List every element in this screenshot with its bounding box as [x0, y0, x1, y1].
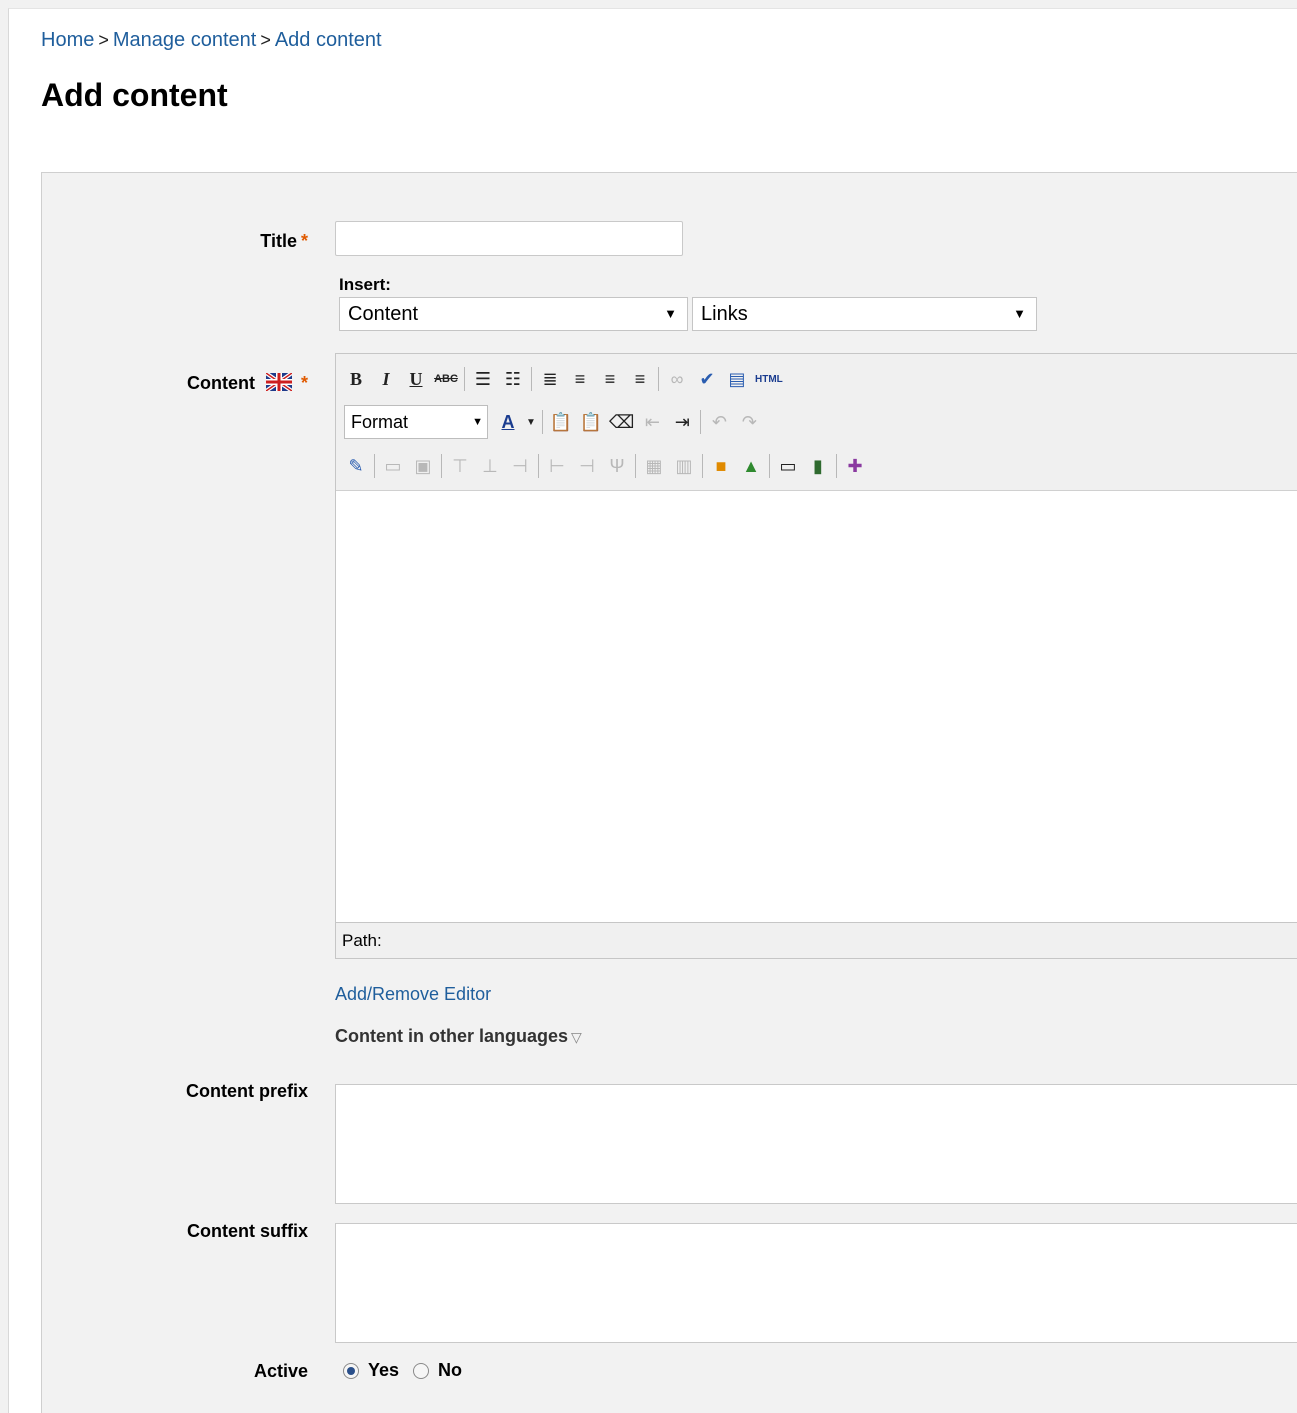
toolbar-separator — [531, 367, 532, 391]
triangle-down-icon: ▽ — [571, 1029, 582, 1045]
title-input[interactable] — [335, 221, 683, 256]
toolbar-separator — [538, 454, 539, 478]
insert-content-select[interactable]: Content ▼ — [339, 297, 688, 331]
toolbar-separator — [658, 367, 659, 391]
breadcrumb-home-link[interactable]: Home — [41, 29, 94, 51]
redo-icon[interactable]: ↷ — [737, 409, 761, 435]
merge-cells-icon[interactable]: ▥ — [672, 453, 696, 479]
insert-row-after-icon[interactable]: ⊥ — [478, 453, 502, 479]
rich-text-editor: B I U ABC ☰ ☷ ≣ ≡ ≡ ≡ ∞ ✔ ▤ HTML Format … — [335, 353, 1297, 959]
other-languages-toggle[interactable]: Content in other languages ▽ — [335, 1026, 582, 1047]
editor-toolbar: B I U ABC ☰ ☷ ≣ ≡ ≡ ≡ ∞ ✔ ▤ HTML Format … — [336, 354, 1297, 491]
paste-word-icon[interactable]: 📋 — [579, 409, 603, 435]
active-yes-label: Yes — [368, 1360, 400, 1380]
content-label: Content * — [187, 373, 308, 394]
underline-icon[interactable]: U — [404, 366, 428, 392]
undo-icon[interactable]: ↶ — [707, 409, 731, 435]
insert-links-select-value: Links — [701, 303, 748, 325]
bullet-list-icon[interactable]: ☰ — [471, 366, 495, 392]
breadcrumb-add-content-link[interactable]: Add content — [275, 29, 382, 51]
toolbar-separator — [374, 454, 375, 478]
active-no-label: No — [438, 1360, 463, 1380]
picture-icon[interactable]: ▲ — [739, 453, 763, 479]
page-title: Add content — [41, 77, 228, 113]
insert-col-before-icon[interactable]: ⊢ — [545, 453, 569, 479]
format-select-value: Format — [351, 412, 409, 432]
toolbar-separator — [542, 410, 543, 434]
title-label: Title * — [260, 231, 308, 252]
add-remove-editor-link[interactable]: Add/Remove Editor — [335, 984, 491, 1005]
paste-text-icon[interactable]: 📋 — [549, 409, 573, 435]
active-no-radio[interactable] — [413, 1362, 430, 1379]
page: Home > Manage content > Add content Add cont… — [8, 8, 1297, 1413]
strikethrough-icon[interactable]: ABC — [434, 366, 458, 392]
plugin-icon[interactable]: ✚ — [843, 453, 867, 479]
toolbar-separator — [441, 454, 442, 478]
other-languages-label: Content in other languages — [335, 1026, 569, 1046]
breadcrumb-separator: > — [98, 30, 109, 50]
align-right-icon[interactable]: ≡ — [628, 366, 652, 392]
indent-icon[interactable]: ⇥ — [670, 409, 694, 435]
toolbar-separator — [836, 454, 837, 478]
content-suffix-label: Content suffix — [187, 1221, 308, 1241]
insert-label: Insert: — [339, 275, 391, 294]
text-color-icon[interactable]: A — [496, 409, 520, 435]
content-prefix-textarea[interactable] — [335, 1084, 1297, 1204]
uk-flag-icon — [265, 373, 292, 391]
spellcheck-icon[interactable]: ✔ — [695, 366, 719, 392]
toolbar-separator — [700, 410, 702, 434]
insert-content-select-value: Content — [348, 303, 419, 325]
table-icon[interactable]: ▦ — [642, 453, 666, 479]
numbered-list-icon[interactable]: ☷ — [501, 366, 525, 392]
chevron-down-icon: ▼ — [1013, 306, 1026, 321]
active-label: Active — [253, 1361, 308, 1381]
chevron-down-icon: ▼ — [664, 306, 677, 321]
editor-content-area[interactable] — [336, 491, 1297, 922]
cell-props-icon[interactable]: ▭ — [381, 453, 405, 479]
insert-row-before-icon[interactable]: ⊤ — [448, 453, 472, 479]
content-prefix-label: Content prefix — [185, 1081, 308, 1101]
content-suffix-textarea[interactable] — [335, 1223, 1297, 1343]
format-select[interactable]: Format ▼ — [344, 405, 488, 439]
toolbar-separator — [769, 454, 770, 478]
insert-col-after-icon[interactable]: ⊣ — [575, 453, 599, 479]
required-marker: * — [300, 373, 308, 393]
film-icon[interactable]: ▮ — [806, 453, 830, 479]
preview-icon[interactable]: ▤ — [725, 366, 749, 392]
eraser-icon[interactable]: ⌫ — [609, 409, 634, 435]
chevron-down-icon: ▼ — [472, 416, 483, 428]
content-label-text: Content — [186, 373, 255, 393]
required-marker: * — [300, 231, 308, 251]
row-props-icon[interactable]: ▣ — [411, 453, 435, 479]
link-icon[interactable]: ∞ — [665, 366, 689, 392]
active-yes-radio[interactable] — [343, 1362, 359, 1379]
delete-col-icon[interactable]: Ψ — [605, 453, 629, 479]
media-icon[interactable]: ▭ — [776, 453, 800, 479]
toolbar-separator — [635, 454, 636, 478]
edit-icon[interactable]: ✎ — [344, 453, 368, 479]
breadcrumb: Home > Manage content > Add content — [41, 29, 382, 52]
align-center-icon[interactable]: ≡ — [598, 366, 622, 392]
chevron-down-icon[interactable]: ▼ — [526, 409, 536, 435]
editor-path-bar: Path: — [336, 922, 1297, 958]
toolbar-row-3: ✎ ▭ ▣ ⊤ ⊥ ⊣ ⊢ ⊣ Ψ ▦ ▥ ■ ▲ ▭ ▮ ✚ — [344, 449, 873, 483]
html-icon[interactable]: HTML — [755, 366, 783, 392]
active-radio-group: Yes No — [343, 1360, 462, 1381]
image-icon[interactable]: ■ — [709, 453, 733, 479]
toolbar-row-2: Format ▼ A ▼ 📋 📋 ⌫ ⇤ ⇥ ↶ ↷ — [344, 405, 767, 439]
toolbar-row-1: B I U ABC ☰ ☷ ≣ ≡ ≡ ≡ ∞ ✔ ▤ HTML — [344, 362, 789, 396]
toolbar-separator — [702, 454, 703, 478]
toolbar-separator — [464, 367, 465, 391]
delete-row-icon[interactable]: ⊣ — [508, 453, 532, 479]
title-label-text: Title — [260, 231, 297, 251]
outdent-icon[interactable]: ⇤ — [640, 409, 664, 435]
align-justify-icon[interactable]: ≣ — [538, 366, 562, 392]
content-form: Title * Insert: Content ▼ Links ▼ Content… — [41, 172, 1297, 1413]
align-left-icon[interactable]: ≡ — [568, 366, 592, 392]
bold-icon[interactable]: B — [344, 366, 368, 392]
breadcrumb-manage-content-link[interactable]: Manage content — [113, 29, 256, 51]
breadcrumb-separator: > — [260, 30, 271, 50]
insert-links-select[interactable]: Links ▼ — [692, 297, 1037, 331]
italic-icon[interactable]: I — [374, 366, 398, 392]
